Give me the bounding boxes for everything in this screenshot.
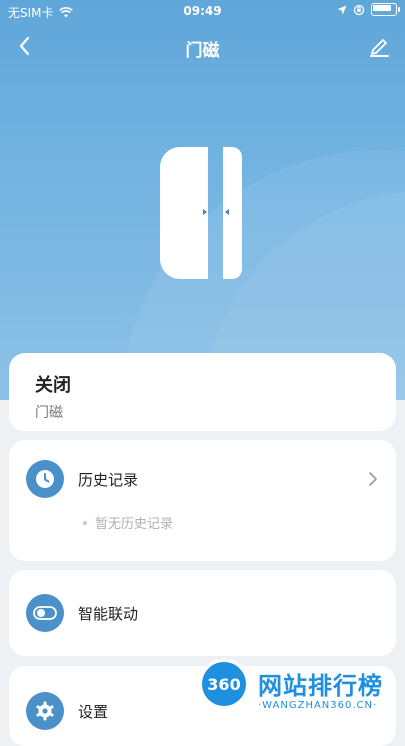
device-hero: 无SIM卡 09:49 门磁 xyxy=(0,0,405,400)
nav-bar: 门磁 xyxy=(0,28,405,64)
sensor-state: 关闭 xyxy=(35,375,71,396)
bullet-dot xyxy=(83,520,87,525)
device-name: 门磁 xyxy=(35,405,63,421)
settings-label: 设置 xyxy=(78,703,109,721)
door-sensor-illustration xyxy=(160,147,242,279)
smart-linkage-label: 智能联动 xyxy=(78,605,139,623)
location-arrow-icon xyxy=(337,5,347,14)
battery-icon xyxy=(371,3,400,16)
smart-linkage-card[interactable]: 智能联动 xyxy=(9,570,396,656)
status-bar: 无SIM卡 09:49 xyxy=(0,0,405,24)
page-title: 门磁 xyxy=(185,41,220,61)
edit-button[interactable] xyxy=(365,32,393,60)
history-empty-text: 暂无历史记录 xyxy=(95,517,174,532)
gear-icon xyxy=(26,692,64,730)
chevron-right-icon xyxy=(369,472,377,486)
clock-icon xyxy=(26,460,64,498)
watermark-logo: 360 xyxy=(202,662,246,706)
orientation-lock-icon xyxy=(353,4,365,15)
watermark-brand: 网站排行榜 xyxy=(258,672,383,700)
status-icons xyxy=(337,3,400,16)
watermark-domain: ·WANGZHAN360.CN· xyxy=(258,700,378,711)
history-label: 历史记录 xyxy=(78,471,139,489)
toggle-icon xyxy=(26,594,64,632)
history-empty-state: 暂无历史记录 xyxy=(83,513,173,532)
status-card: 关闭 门磁 xyxy=(9,353,396,431)
watermark: 360 网站排行榜 ·WANGZHAN360.CN· xyxy=(196,660,405,720)
history-card[interactable]: 历史记录 暂无历史记录 xyxy=(9,440,396,561)
